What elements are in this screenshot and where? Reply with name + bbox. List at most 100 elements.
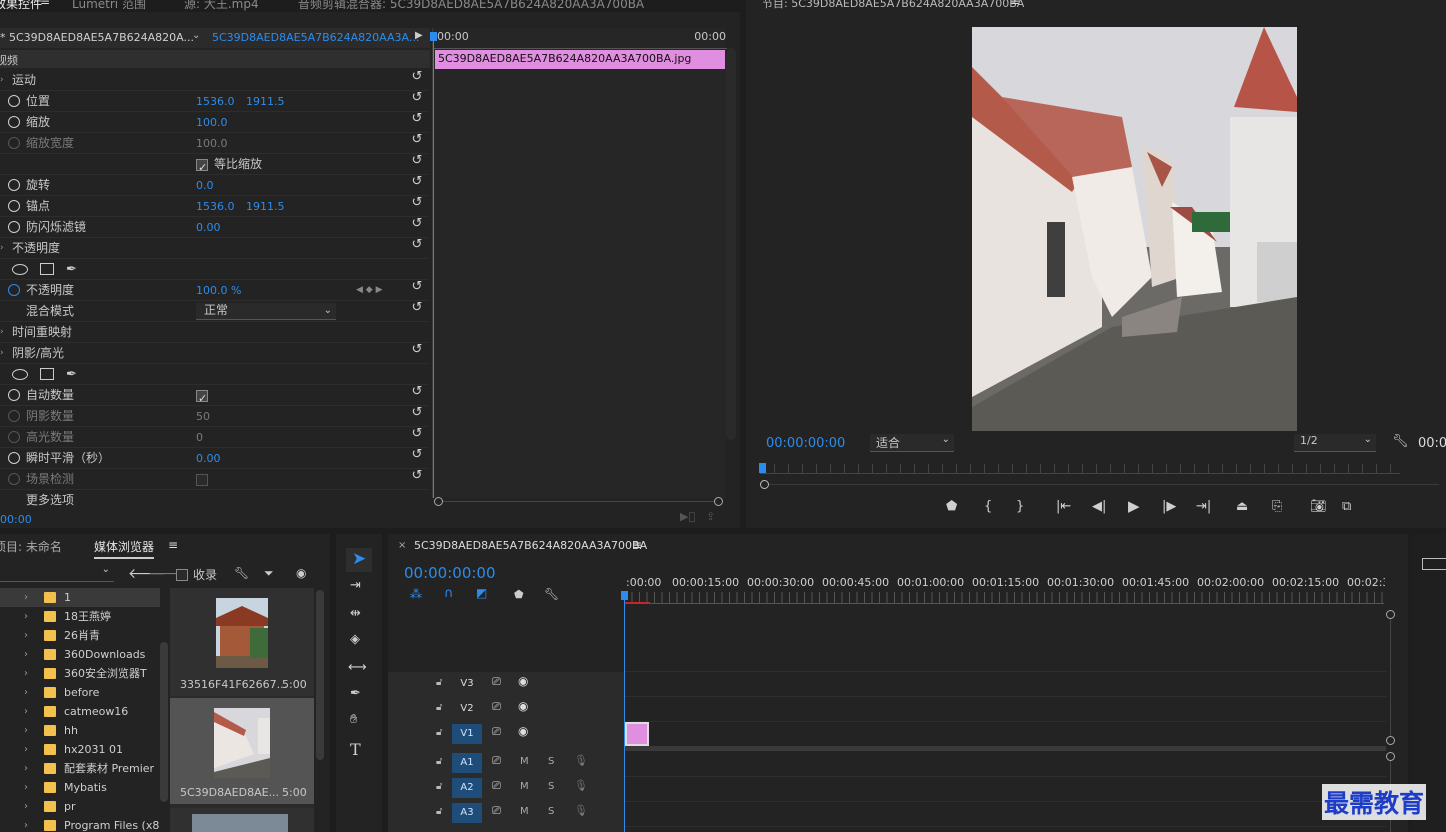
pen-mask-icon[interactable]: ✒: [66, 364, 77, 385]
video-scroll-handle[interactable]: [1386, 610, 1395, 619]
share-icon[interactable]: ⇪: [706, 510, 715, 523]
chevron-right-icon[interactable]: ›: [24, 778, 28, 797]
scale-value[interactable]: 100.0: [196, 112, 228, 133]
blend-mode-select[interactable]: 正常 ⌄: [196, 303, 336, 320]
v1-clip[interactable]: [625, 722, 649, 746]
stopwatch-icon[interactable]: [8, 221, 20, 233]
program-monitor-title[interactable]: 节目: 5C39D8AED8AE5A7B624A820AA3A700BA: [762, 0, 1024, 11]
list-item[interactable]: › hx2031 01: [0, 740, 160, 759]
ellipse-mask-icon[interactable]: [12, 264, 28, 275]
list-item[interactable]: › pr: [0, 797, 160, 816]
extract-icon[interactable]: ⎘: [1272, 499, 1282, 514]
wrench-icon[interactable]: 🔧︎: [544, 587, 559, 601]
shadow-highlight-row[interactable]: › 阴影/高光 ↺: [0, 343, 428, 364]
program-timecode[interactable]: 00:00:00:00: [766, 436, 845, 451]
hand-icon[interactable]: ✋︎: [350, 712, 357, 727]
antiflicker-value[interactable]: 0.00: [196, 217, 221, 238]
go-to-in-icon[interactable]: |⇤: [1056, 499, 1071, 514]
stopwatch-icon[interactable]: [8, 95, 20, 107]
lock-icon[interactable]: 🔓︎: [436, 677, 442, 688]
zoom-handle-left[interactable]: [760, 480, 769, 489]
mini-timeline-clip[interactable]: 5C39D8AED8AE5A7B624A820AA3A700BA.jpg: [435, 50, 725, 69]
anchor-y-value[interactable]: 1911.5: [246, 196, 285, 217]
chevron-right-icon[interactable]: ›: [24, 683, 28, 702]
stopwatch-icon[interactable]: [8, 116, 20, 128]
reset-icon[interactable]: ↺: [410, 175, 424, 189]
pen-mask-icon[interactable]: ✒: [66, 259, 77, 280]
timeline-ruler[interactable]: [624, 592, 1384, 604]
rotation-value[interactable]: 0.0: [196, 175, 214, 196]
folder-list-scrollbar[interactable]: [160, 642, 168, 802]
lock-icon[interactable]: 🔓︎: [436, 806, 442, 817]
position-y-value[interactable]: 1911.5: [246, 91, 285, 112]
reset-icon[interactable]: ↺: [410, 385, 424, 399]
uniform-scale-checkbox[interactable]: [196, 157, 208, 178]
reset-icon[interactable]: ↺: [410, 70, 424, 84]
mini-timeline-scrollbar[interactable]: [726, 48, 736, 440]
track-label[interactable]: A1: [452, 753, 482, 773]
track-label[interactable]: A2: [452, 778, 482, 798]
nest-icon[interactable]: ⁂: [410, 587, 422, 601]
more-options-row[interactable]: 更多选项: [0, 490, 428, 511]
razor-icon[interactable]: ◈: [350, 632, 360, 647]
step-back-icon[interactable]: ◀|: [1092, 499, 1106, 514]
chevron-down-icon[interactable]: ⌄: [192, 30, 200, 41]
location-select[interactable]: ⌄: [0, 564, 114, 582]
reset-icon[interactable]: ↺: [410, 469, 424, 483]
panel-menu-icon[interactable]: ≡: [632, 538, 642, 552]
step-forward-icon[interactable]: |▶: [1162, 499, 1176, 514]
resolution-select[interactable]: 1/2 ⌄: [1294, 434, 1376, 452]
time-remap-row[interactable]: › 时间重映射: [0, 322, 428, 343]
sequence-clip-label[interactable]: 5C39D8AED8AE5A7B624A820AA3A...: [212, 31, 419, 44]
lock-icon[interactable]: 🔓︎: [436, 727, 442, 738]
eye-icon[interactable]: ◉: [518, 674, 528, 688]
work-area-bar[interactable]: [624, 602, 650, 604]
microphone-icon[interactable]: 🎙︎: [574, 779, 588, 792]
wrench-icon[interactable]: 🔧︎: [234, 566, 249, 580]
chevron-right-icon[interactable]: ›: [24, 702, 28, 721]
selection-tool[interactable]: ➤: [346, 548, 372, 572]
play-icon[interactable]: ▶: [1128, 497, 1140, 515]
eye-icon[interactable]: ◉: [518, 724, 528, 738]
reset-icon[interactable]: ↺: [410, 280, 424, 294]
reset-icon[interactable]: ↺: [410, 406, 424, 420]
panel-menu-icon[interactable]: ≡: [1010, 0, 1020, 8]
compare-view-icon[interactable]: ⧉: [1342, 499, 1351, 514]
camera-icon[interactable]: 📷︎: [1310, 499, 1327, 514]
tab-lumetri-scopes[interactable]: Lumetri 范围: [72, 0, 146, 12]
solo-button[interactable]: S: [548, 806, 554, 817]
position-x-value[interactable]: 1536.0: [196, 91, 235, 112]
reset-icon[interactable]: ↺: [410, 448, 424, 462]
ripple-edit-icon[interactable]: ⇹: [350, 606, 361, 621]
reset-icon[interactable]: ↺: [410, 112, 424, 126]
anchor-x-value[interactable]: 1536.0: [196, 196, 235, 217]
view-icon[interactable]: ◉: [296, 566, 306, 580]
chevron-right-icon[interactable]: ›: [24, 607, 28, 626]
tab-audio-clip-mixer[interactable]: 音频剪辑混合器: 5C39D8AED8AE5A7B624A820AA3A700B…: [298, 0, 644, 12]
zoom-handle-right[interactable]: [714, 497, 723, 506]
effect-controls-time[interactable]: 00:00: [0, 513, 32, 526]
expand-icon[interactable]: ›: [0, 70, 4, 91]
reset-icon[interactable]: ↺: [410, 154, 424, 168]
reset-icon[interactable]: ↺: [410, 91, 424, 105]
opacity-section-row[interactable]: › 不透明度 ↺: [0, 238, 428, 259]
add-marker-icon[interactable]: ⬟: [946, 499, 957, 514]
stopwatch-icon[interactable]: [8, 452, 20, 464]
zoom-scrollbar[interactable]: [434, 496, 724, 506]
program-scrub-ruler[interactable]: [760, 464, 1400, 474]
media-thumbnail[interactable]: 33516F41F62667... 5:00: [170, 588, 314, 696]
reset-icon[interactable]: ↺: [410, 301, 424, 315]
chevron-right-icon[interactable]: ›: [24, 721, 28, 740]
tab-effect-controls[interactable]: 效果控件: [0, 0, 42, 12]
track-label[interactable]: A3: [452, 803, 482, 823]
filter-icon[interactable]: ⏷: [264, 566, 274, 581]
lock-icon[interactable]: 🔓︎: [436, 702, 442, 713]
list-item[interactable]: › 360Downloads: [0, 645, 160, 664]
chevron-right-icon[interactable]: ›: [24, 740, 28, 759]
opacity-value[interactable]: 100.0 %: [196, 280, 241, 301]
go-to-out-icon[interactable]: ⇥|: [1196, 499, 1211, 514]
keyframe-nav-icon[interactable]: ◀ ◆ ▶: [356, 280, 383, 301]
lock-icon[interactable]: 🔓︎: [436, 781, 442, 792]
program-zoom-bar[interactable]: [760, 480, 1440, 489]
favorites-checkbox[interactable]: [176, 568, 188, 581]
